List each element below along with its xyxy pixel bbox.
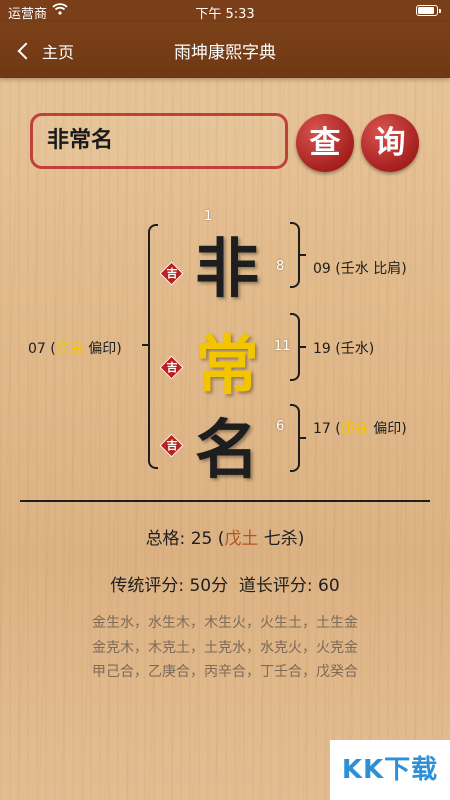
- char-2-strokes: 11: [274, 339, 291, 354]
- page-title: 雨坤康熙字典: [174, 43, 276, 63]
- relation-line-2: 金克木，木克土，土克水，水克火，火克金: [92, 640, 358, 656]
- name-char-1: 非: [195, 233, 259, 307]
- fortune-badge-3: 吉: [159, 433, 184, 458]
- traditional-score: 传统评分: 50分: [110, 576, 229, 596]
- char-3-strokes: 6: [276, 419, 285, 434]
- score-line: 传统评分: 50分 道长评分: 60: [0, 571, 450, 596]
- tian-grid-bracket: [290, 222, 306, 288]
- top-stroke-number: 1: [204, 209, 213, 224]
- battery-icon: [416, 5, 441, 16]
- query-button-cha[interactable]: 查: [296, 114, 354, 172]
- total-grid-summary: 总格: 25 (戊土 七杀): [145, 529, 305, 549]
- di-grid-label: 17 (庚金 偏印): [313, 421, 407, 437]
- name-char-3: 名: [195, 414, 259, 488]
- name-search-input[interactable]: 非常名: [30, 113, 288, 169]
- char-1-strokes: 8: [276, 259, 285, 274]
- daochang-score: 道长评分: 60: [238, 576, 340, 596]
- query-button-xun[interactable]: 询: [361, 114, 419, 172]
- watermark-logo: KK下载: [330, 740, 450, 800]
- relation-line-3: 甲己合，乙庚合，丙辛合，丁壬合，戊癸合: [92, 664, 358, 680]
- outer-grid-label: 07 (庚金 偏印): [28, 341, 122, 357]
- ren-grid-label: 19 (壬水): [313, 341, 375, 357]
- name-char-2: 常: [195, 330, 259, 404]
- tian-grid-label: 09 (壬水 比肩): [313, 261, 407, 277]
- relation-line-1: 金生水，水生木，木生火，火生土，土生金: [92, 615, 358, 631]
- status-time: 下午 5:33: [195, 7, 255, 22]
- status-bar: 运营商 下午 5:33: [0, 0, 450, 22]
- nav-bar: 主页 雨坤康熙字典: [0, 22, 450, 78]
- divider: [20, 500, 430, 502]
- fortune-badge-2: 吉: [159, 355, 184, 380]
- di-grid-bracket: [290, 404, 306, 472]
- outer-grid-bracket: [142, 224, 158, 469]
- ren-grid-bracket: [290, 313, 306, 381]
- fortune-badge-1: 吉: [159, 261, 184, 286]
